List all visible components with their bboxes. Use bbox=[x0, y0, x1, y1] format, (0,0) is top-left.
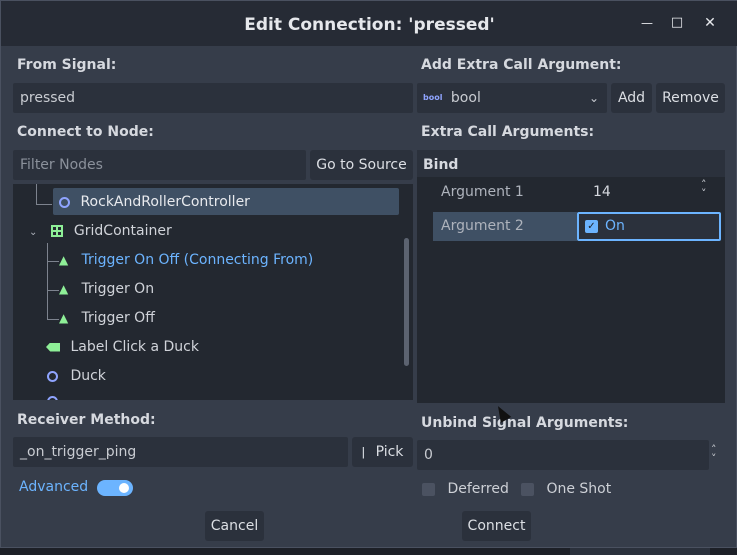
argument-2-value: On bbox=[605, 218, 625, 234]
one-shot-label: One Shot bbox=[546, 481, 612, 497]
spinner-arrows-icon[interactable]: ˄ ˅ bbox=[711, 444, 717, 464]
tree-item-label: Trigger On Off (Connecting From) bbox=[81, 252, 314, 268]
bool-type-icon: bool bbox=[423, 93, 443, 102]
argument-type-value: bool bbox=[450, 90, 481, 106]
advanced-toggle[interactable] bbox=[97, 480, 133, 496]
label-icon bbox=[46, 342, 60, 352]
grid-container-icon bbox=[51, 225, 64, 237]
argument-1-value[interactable]: 14 bbox=[593, 184, 611, 200]
add-argument-button[interactable]: Add bbox=[611, 83, 652, 113]
tree-item-label-click-a-duck[interactable]: Label Click a Duck bbox=[46, 333, 199, 361]
title-bar: Edit Connection: 'pressed' — □ ✕ bbox=[1, 1, 737, 46]
add-extra-argument-heading: Add Extra Call Argument: bbox=[421, 57, 622, 73]
toggle-knob bbox=[119, 483, 129, 493]
connect-to-node-heading: Connect to Node: bbox=[17, 124, 154, 140]
close-icon[interactable]: ✕ bbox=[697, 11, 723, 35]
bind-heading: Bind bbox=[423, 157, 459, 173]
checkbox-icon bbox=[521, 482, 534, 496]
node-circle-icon bbox=[47, 396, 58, 400]
tree-guide-line bbox=[47, 319, 59, 320]
checkbox-icon bbox=[422, 482, 435, 496]
tree-item-gridcontainer[interactable]: ⌄ GridContainer bbox=[29, 217, 172, 245]
checkbox-checked-icon[interactable]: ✓ bbox=[585, 220, 598, 233]
tree-item-trigger-off[interactable]: ▲ Trigger Off bbox=[59, 304, 155, 332]
tree-item-label: Trigger On bbox=[81, 281, 155, 297]
pick-label: Pick bbox=[375, 444, 404, 460]
tree-guide-line bbox=[36, 204, 52, 205]
dialog-title: Edit Connection: 'pressed' bbox=[244, 15, 495, 35]
button-icon: ▲ bbox=[59, 253, 69, 267]
tree-item-label: RockAndRollerController bbox=[80, 194, 250, 210]
receiver-method-heading: Receiver Method: bbox=[17, 412, 156, 428]
chevron-down-icon: ⌄ bbox=[588, 91, 599, 105]
edit-connection-dialog: Edit Connection: 'pressed' — □ ✕ From Si… bbox=[0, 0, 737, 548]
eyedropper-icon: ǀ bbox=[361, 445, 366, 459]
tree-guide-line bbox=[47, 261, 59, 262]
tree-item-trigger-on[interactable]: ▲ Trigger On bbox=[59, 275, 154, 303]
tree-guide-line bbox=[47, 243, 48, 320]
minimize-icon[interactable]: — bbox=[634, 11, 660, 35]
advanced-label: Advanced bbox=[19, 479, 89, 495]
tree-item-label: Label Click a Duck bbox=[70, 339, 199, 355]
button-icon: ▲ bbox=[59, 282, 69, 296]
tree-item-trigger-on-off[interactable]: ▲ Trigger On Off (Connecting From) bbox=[59, 246, 313, 274]
argument-type-select[interactable]: bool bool ⌄ bbox=[417, 83, 607, 113]
unbind-signal-arguments-heading: Unbind Signal Arguments: bbox=[421, 415, 629, 431]
go-to-source-button[interactable]: Go to Source bbox=[310, 150, 413, 180]
bind-inspector: Bind Argument 1 14 ˄ ˅ Argument 2 ✓ On bbox=[417, 150, 725, 403]
maximize-icon[interactable]: □ bbox=[664, 11, 690, 35]
tree-item-duck[interactable]: Duck bbox=[47, 362, 106, 390]
tree-item-rockandrollercontroller[interactable]: RockAndRollerController bbox=[59, 188, 250, 216]
pick-button[interactable]: ǀ Pick bbox=[352, 437, 413, 467]
from-signal-heading: From Signal: bbox=[17, 57, 117, 73]
spinner-arrows-icon[interactable]: ˄ ˅ bbox=[701, 179, 707, 199]
chevron-down-icon[interactable]: ⌄ bbox=[29, 219, 43, 247]
node-circle-icon bbox=[47, 370, 58, 382]
remove-argument-button[interactable]: Remove bbox=[656, 83, 725, 113]
argument-2-value-field[interactable]: ✓ On bbox=[577, 212, 721, 241]
bind-header bbox=[417, 150, 725, 177]
tree-guide-line bbox=[47, 290, 59, 291]
extra-call-arguments-heading: Extra Call Arguments: bbox=[421, 124, 595, 140]
one-shot-checkbox[interactable]: One Shot bbox=[521, 481, 611, 497]
tree-item-label: Trigger Off bbox=[81, 310, 155, 326]
connect-button[interactable]: Connect bbox=[462, 511, 531, 541]
from-signal-field[interactable]: pressed bbox=[13, 83, 413, 113]
tree-item-label: GridContainer bbox=[73, 223, 172, 239]
filter-nodes-input[interactable]: Filter Nodes bbox=[13, 150, 306, 180]
deferred-checkbox[interactable]: Deferred bbox=[422, 481, 509, 497]
background-panel bbox=[570, 548, 710, 555]
node-circle-icon bbox=[59, 196, 70, 208]
button-icon: ▲ bbox=[59, 311, 69, 325]
receiver-method-field[interactable]: _on_trigger_ping bbox=[13, 437, 348, 467]
tree-scrollbar[interactable] bbox=[404, 238, 409, 366]
argument-1-label: Argument 1 bbox=[441, 184, 524, 200]
deferred-label: Deferred bbox=[447, 481, 509, 497]
node-tree[interactable]: RockAndRollerController ⌄ GridContainer … bbox=[13, 184, 413, 400]
tree-guide-line bbox=[36, 184, 37, 204]
unbind-count-field[interactable]: 0 bbox=[417, 440, 709, 470]
tree-item-label: Duck bbox=[70, 368, 106, 384]
argument-2-label: Argument 2 bbox=[441, 218, 524, 234]
cancel-button[interactable]: Cancel bbox=[205, 511, 264, 541]
